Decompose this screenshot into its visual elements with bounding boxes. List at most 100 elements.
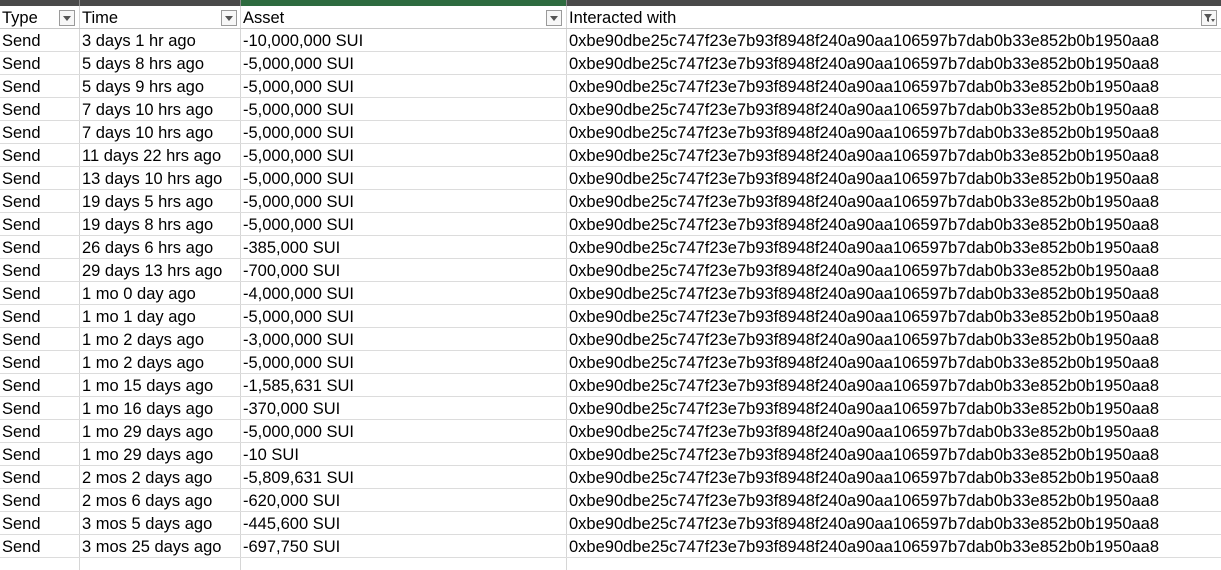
time-cell[interactable]: 1 mo 2 days ago [80, 328, 240, 350]
address-cell[interactable]: 0xbe90dbe25c747f23e7b93f8948f240a90aa106… [567, 397, 1221, 419]
type-cell[interactable]: Send [0, 75, 79, 97]
type-cell[interactable]: Send [0, 52, 79, 74]
asset-cell[interactable]: -5,000,000 SUI [241, 98, 566, 120]
type-cell[interactable]: Send [0, 29, 79, 51]
type-cell[interactable]: Send [0, 167, 79, 189]
type-cell[interactable]: Send [0, 466, 79, 488]
type-cell[interactable]: Send [0, 397, 79, 419]
type-cell[interactable]: Send [0, 144, 79, 166]
time-cell[interactable]: 2 mos 2 days ago [80, 466, 240, 488]
spreadsheet-grid[interactable]: Type Time Asset Interacted with Send 3 da… [0, 6, 1221, 570]
filter-dropdown-icon[interactable] [546, 10, 562, 26]
type-cell[interactable]: Send [0, 213, 79, 235]
table-row[interactable]: Send 29 days 13 hrs ago -700,000 SUI 0xbe90… [0, 259, 1221, 282]
time-cell[interactable]: 1 mo 29 days ago [80, 443, 240, 465]
time-cell[interactable]: 1 mo 15 days ago [80, 374, 240, 396]
time-cell[interactable]: 13 days 10 hrs ago [80, 167, 240, 189]
table-row[interactable]: Send 2 mos 6 days ago -620,000 SUI 0xbe90db… [0, 489, 1221, 512]
time-cell[interactable]: 19 days 5 hrs ago [80, 190, 240, 212]
table-row[interactable]: Send 11 days 22 hrs ago -5,000,000 SUI 0xbe… [0, 144, 1221, 167]
address-cell[interactable]: 0xbe90dbe25c747f23e7b93f8948f240a90aa106… [567, 512, 1221, 534]
table-row[interactable]: Send 13 days 10 hrs ago -5,000,000 SUI 0xbe… [0, 167, 1221, 190]
table-row[interactable]: Send 1 mo 16 days ago -370,000 SUI 0xbe90db… [0, 397, 1221, 420]
time-cell[interactable]: 3 mos 25 days ago [80, 535, 240, 557]
asset-cell[interactable]: -5,000,000 SUI [241, 52, 566, 74]
table-row[interactable]: Send 3 mos 5 days ago -445,600 SUI 0xbe90db… [0, 512, 1221, 535]
table-row[interactable]: Send 1 mo 2 days ago -5,000,000 SUI 0xbe90d… [0, 351, 1221, 374]
header-cell-interacted-with[interactable]: Interacted with [567, 6, 1221, 28]
table-row[interactable]: Send 7 days 10 hrs ago -5,000,000 SUI 0xbe9… [0, 121, 1221, 144]
asset-cell[interactable]: -5,000,000 SUI [241, 420, 566, 442]
time-cell[interactable]: 3 mos 5 days ago [80, 512, 240, 534]
table-row[interactable]: Send 1 mo 1 day ago -5,000,000 SUI 0xbe90db… [0, 305, 1221, 328]
type-cell[interactable]: Send [0, 420, 79, 442]
address-cell[interactable]: 0xbe90dbe25c747f23e7b93f8948f240a90aa106… [567, 282, 1221, 304]
table-row[interactable]: Send 1 mo 2 days ago -3,000,000 SUI 0xbe90d… [0, 328, 1221, 351]
time-cell[interactable]: 1 mo 16 days ago [80, 397, 240, 419]
address-cell[interactable]: 0xbe90dbe25c747f23e7b93f8948f240a90aa106… [567, 29, 1221, 51]
table-row[interactable]: Send 26 days 6 hrs ago -385,000 SUI 0xbe90d… [0, 236, 1221, 259]
time-cell[interactable]: 1 mo 2 days ago [80, 351, 240, 373]
address-cell[interactable]: 0xbe90dbe25c747f23e7b93f8948f240a90aa106… [567, 190, 1221, 212]
asset-cell[interactable]: -10 SUI [241, 443, 566, 465]
asset-cell[interactable]: -5,000,000 SUI [241, 121, 566, 143]
type-cell[interactable]: Send [0, 121, 79, 143]
type-cell[interactable]: Send [0, 236, 79, 258]
asset-cell[interactable]: -370,000 SUI [241, 397, 566, 419]
address-cell[interactable]: 0xbe90dbe25c747f23e7b93f8948f240a90aa106… [567, 52, 1221, 74]
address-cell[interactable]: 0xbe90dbe25c747f23e7b93f8948f240a90aa106… [567, 213, 1221, 235]
type-cell[interactable]: Send [0, 98, 79, 120]
table-row[interactable]: Send 1 mo 0 day ago -4,000,000 SUI 0xbe90db… [0, 282, 1221, 305]
asset-cell[interactable]: -697,750 SUI [241, 535, 566, 557]
type-cell[interactable]: Send [0, 305, 79, 327]
address-cell[interactable]: 0xbe90dbe25c747f23e7b93f8948f240a90aa106… [567, 420, 1221, 442]
address-cell[interactable]: 0xbe90dbe25c747f23e7b93f8948f240a90aa106… [567, 121, 1221, 143]
asset-cell[interactable]: -5,809,631 SUI [241, 466, 566, 488]
time-cell[interactable]: 5 days 9 hrs ago [80, 75, 240, 97]
asset-cell[interactable]: -3,000,000 SUI [241, 328, 566, 350]
address-cell[interactable]: 0xbe90dbe25c747f23e7b93f8948f240a90aa106… [567, 489, 1221, 511]
address-cell[interactable]: 0xbe90dbe25c747f23e7b93f8948f240a90aa106… [567, 236, 1221, 258]
table-row[interactable]: Send 3 mos 25 days ago -697,750 SUI 0xbe90d… [0, 535, 1221, 558]
table-row[interactable]: Send 2 mos 2 days ago -5,809,631 SUI 0xbe90… [0, 466, 1221, 489]
address-cell[interactable]: 0xbe90dbe25c747f23e7b93f8948f240a90aa106… [567, 144, 1221, 166]
type-cell[interactable]: Send [0, 489, 79, 511]
type-cell[interactable]: Send [0, 535, 79, 557]
address-cell[interactable]: 0xbe90dbe25c747f23e7b93f8948f240a90aa106… [567, 75, 1221, 97]
table-row[interactable]: Send 1 mo 29 days ago -10 SUI 0xbe90dbe25c7… [0, 443, 1221, 466]
asset-cell[interactable]: -445,600 SUI [241, 512, 566, 534]
asset-cell[interactable]: -5,000,000 SUI [241, 167, 566, 189]
address-cell[interactable]: 0xbe90dbe25c747f23e7b93f8948f240a90aa106… [567, 535, 1221, 557]
address-cell[interactable]: 0xbe90dbe25c747f23e7b93f8948f240a90aa106… [567, 98, 1221, 120]
filter-active-icon[interactable] [1201, 10, 1217, 26]
type-cell[interactable]: Send [0, 512, 79, 534]
time-cell[interactable]: 7 days 10 hrs ago [80, 98, 240, 120]
asset-cell[interactable]: -5,000,000 SUI [241, 213, 566, 235]
table-row[interactable]: Send 1 mo 29 days ago -5,000,000 SUI 0xbe90… [0, 420, 1221, 443]
table-row[interactable]: Send 1 mo 15 days ago -1,585,631 SUI 0xbe90… [0, 374, 1221, 397]
address-cell[interactable]: 0xbe90dbe25c747f23e7b93f8948f240a90aa106… [567, 328, 1221, 350]
time-cell[interactable]: 26 days 6 hrs ago [80, 236, 240, 258]
time-cell[interactable]: 19 days 8 hrs ago [80, 213, 240, 235]
header-cell-asset[interactable]: Asset [241, 6, 566, 28]
asset-cell[interactable]: -4,000,000 SUI [241, 282, 566, 304]
type-cell[interactable]: Send [0, 351, 79, 373]
time-cell[interactable]: 2 mos 6 days ago [80, 489, 240, 511]
asset-cell[interactable]: -5,000,000 SUI [241, 190, 566, 212]
filter-dropdown-icon[interactable] [59, 10, 75, 26]
address-cell[interactable]: 0xbe90dbe25c747f23e7b93f8948f240a90aa106… [567, 374, 1221, 396]
type-cell[interactable]: Send [0, 259, 79, 281]
type-cell[interactable]: Send [0, 374, 79, 396]
time-cell[interactable]: 11 days 22 hrs ago [80, 144, 240, 166]
time-cell[interactable]: 3 days 1 hr ago [80, 29, 240, 51]
type-cell[interactable]: Send [0, 282, 79, 304]
table-row[interactable]: Send 5 days 9 hrs ago -5,000,000 SUI 0xbe90… [0, 75, 1221, 98]
asset-cell[interactable]: -700,000 SUI [241, 259, 566, 281]
table-row[interactable]: Send 19 days 8 hrs ago -5,000,000 SUI 0xbe9… [0, 213, 1221, 236]
time-cell[interactable]: 1 mo 29 days ago [80, 420, 240, 442]
table-row[interactable]: Send 19 days 5 hrs ago -5,000,000 SUI 0xbe9… [0, 190, 1221, 213]
address-cell[interactable]: 0xbe90dbe25c747f23e7b93f8948f240a90aa106… [567, 351, 1221, 373]
table-row[interactable]: Send 5 days 8 hrs ago -5,000,000 SUI 0xbe90… [0, 52, 1221, 75]
asset-cell[interactable]: -5,000,000 SUI [241, 305, 566, 327]
table-row[interactable]: Send 7 days 10 hrs ago -5,000,000 SUI 0xbe9… [0, 98, 1221, 121]
